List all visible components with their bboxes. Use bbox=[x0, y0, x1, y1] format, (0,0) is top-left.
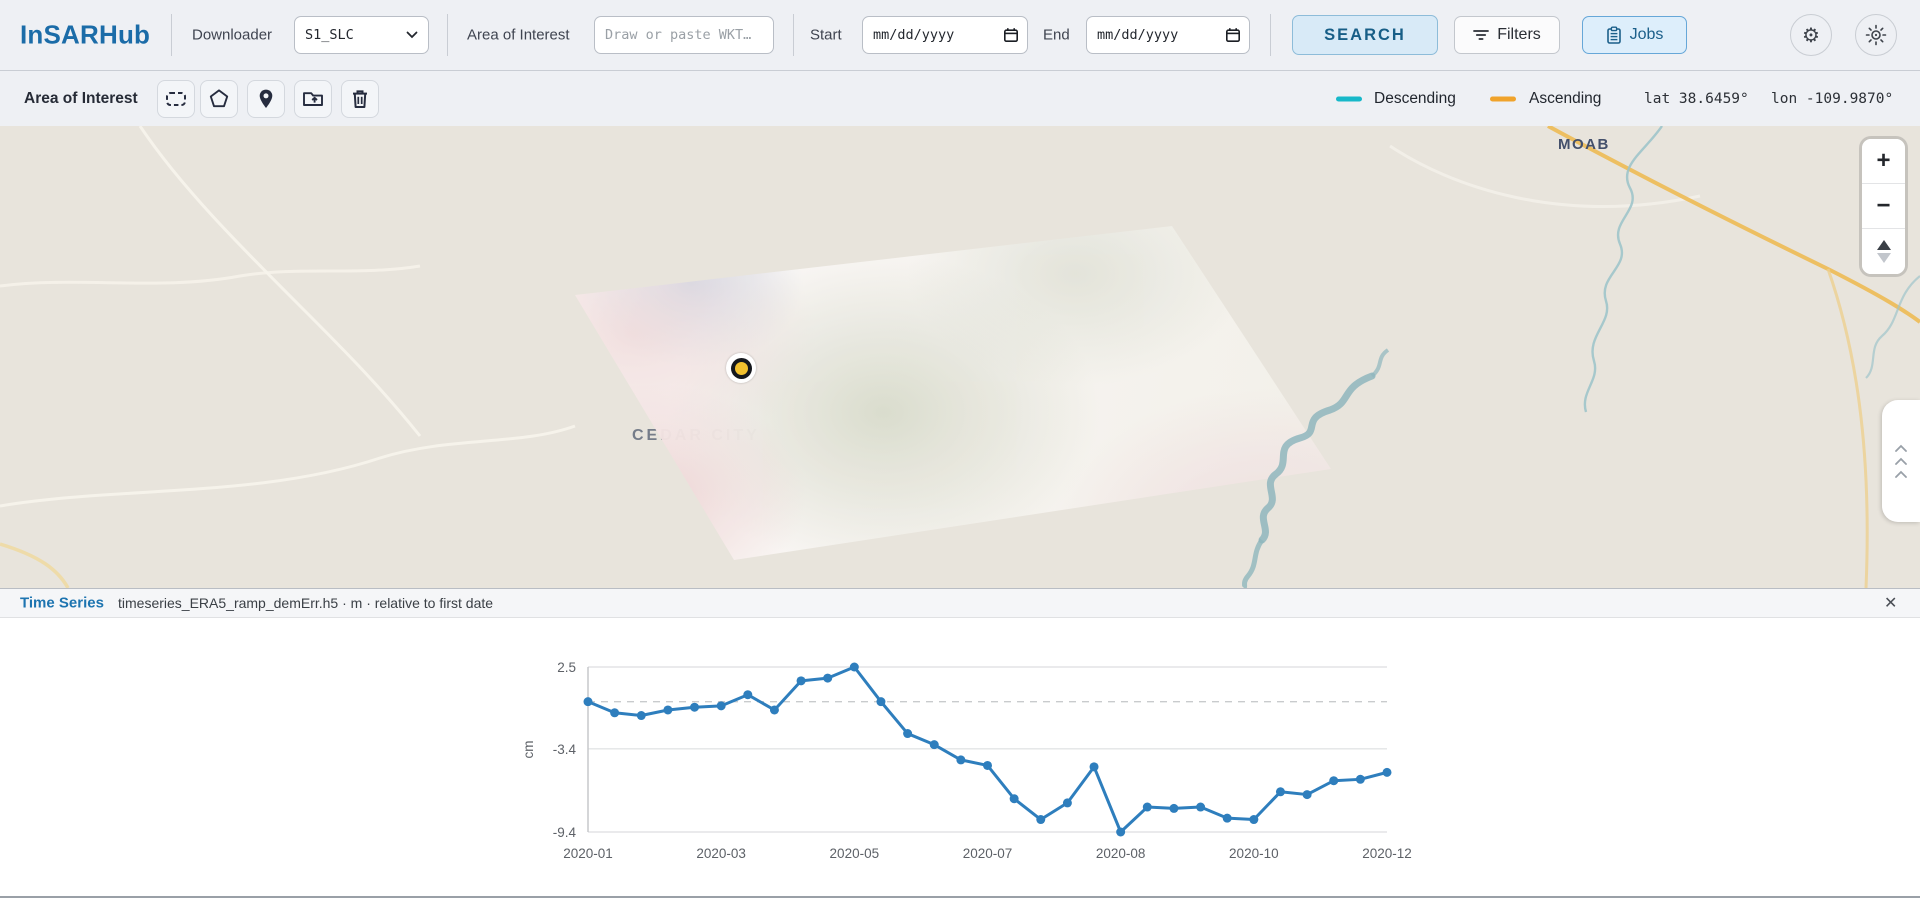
filters-button[interactable]: Filters bbox=[1454, 16, 1560, 54]
svg-text:2020-10: 2020-10 bbox=[1229, 846, 1279, 861]
tilt-control[interactable] bbox=[1862, 229, 1905, 274]
svg-text:cm: cm bbox=[521, 741, 536, 759]
aoi-wkt-input[interactable] bbox=[594, 16, 774, 54]
gear-icon: ⚙ bbox=[1802, 23, 1820, 48]
jobs-button[interactable]: Jobs bbox=[1582, 16, 1687, 54]
close-icon[interactable]: ✕ bbox=[1878, 591, 1903, 615]
map-marker-dot bbox=[735, 362, 748, 375]
clipboard-icon bbox=[1606, 26, 1622, 44]
svg-text:2020-05: 2020-05 bbox=[830, 846, 880, 861]
timeseries-panel: Time Series timeseries_ERA5_ramp_demErr.… bbox=[0, 588, 1920, 898]
ascending-legend-label: Ascending bbox=[1529, 90, 1601, 108]
divider bbox=[447, 14, 448, 56]
downloader-select[interactable]: S1_SLC bbox=[294, 16, 429, 54]
app-logo: InSARHub bbox=[20, 20, 150, 51]
zoom-out-button[interactable]: − bbox=[1862, 184, 1905, 229]
filters-button-label: Filters bbox=[1497, 26, 1541, 44]
map-canvas[interactable]: CEDAR CITY MOAB + − bbox=[0, 126, 1920, 588]
chevron-up-icon bbox=[1894, 470, 1908, 479]
aoi-toolbar-title: Area of Interest bbox=[24, 90, 138, 108]
longitude-readout: lon -109.9870° bbox=[1771, 91, 1893, 107]
side-drawer-handle[interactable] bbox=[1882, 400, 1920, 522]
timeseries-chart: 2.5 -3.4 -9.4 2020-01 2020-03 2020-05 2020-07 2… bbox=[0, 618, 1920, 898]
downloader-select-value: S1_SLC bbox=[305, 27, 354, 43]
marker-pin-icon bbox=[254, 87, 278, 111]
timeseries-subtitle: timeseries_ERA5_ramp_demErr.h5 · m · rel… bbox=[118, 595, 493, 611]
filter-icon bbox=[1473, 28, 1489, 42]
trash-icon bbox=[348, 87, 372, 111]
svg-text:2.5: 2.5 bbox=[557, 660, 576, 675]
descending-legend-swatch bbox=[1336, 96, 1362, 101]
svg-text:2020-01: 2020-01 bbox=[563, 846, 613, 861]
tilt-arrows-icon bbox=[1877, 240, 1891, 263]
aoi-toolbar: Area of Interest Descending Ascending la… bbox=[0, 71, 1920, 126]
svg-text:-3.4: -3.4 bbox=[553, 742, 577, 757]
timeseries-panel-header: Time Series timeseries_ERA5_ramp_demErr.… bbox=[0, 588, 1920, 618]
place-marker-button[interactable] bbox=[247, 80, 285, 118]
zoom-in-button[interactable]: + bbox=[1862, 139, 1905, 184]
top-nav-bar: InSARHub Downloader S1_SLC Area of Inter… bbox=[0, 0, 1920, 71]
svg-text:-9.4: -9.4 bbox=[553, 825, 577, 840]
svg-text:2020-03: 2020-03 bbox=[696, 846, 746, 861]
divider bbox=[1270, 14, 1271, 56]
descending-legend-label: Descending bbox=[1374, 90, 1456, 108]
sun-icon bbox=[1865, 24, 1887, 46]
import-aoi-button[interactable] bbox=[294, 80, 332, 118]
insarhub-app: InSARHub Downloader S1_SLC Area of Inter… bbox=[0, 0, 1920, 898]
search-button[interactable]: SEARCH bbox=[1292, 15, 1438, 55]
chevron-down-icon bbox=[406, 31, 418, 39]
draw-polygon-button[interactable] bbox=[200, 80, 238, 118]
map-lake-river bbox=[0, 126, 1920, 588]
start-date-label: Start bbox=[810, 27, 842, 44]
draw-polygon-icon bbox=[207, 87, 231, 111]
map-label-moab: MOAB bbox=[1558, 136, 1610, 153]
settings-button[interactable]: ⚙ bbox=[1790, 14, 1832, 56]
map-marker-ring bbox=[731, 358, 752, 379]
delete-aoi-button[interactable] bbox=[341, 80, 379, 118]
svg-text:2020-07: 2020-07 bbox=[963, 846, 1013, 861]
end-date-label: End bbox=[1043, 27, 1070, 44]
timeseries-title: Time Series bbox=[20, 595, 104, 612]
svg-text:2020-08: 2020-08 bbox=[1096, 846, 1146, 861]
divider bbox=[171, 14, 172, 56]
theme-toggle-button[interactable] bbox=[1855, 14, 1897, 56]
draw-rectangle-button[interactable] bbox=[157, 80, 195, 118]
aoi-label: Area of Interest bbox=[467, 27, 570, 44]
chevron-up-icon bbox=[1894, 444, 1908, 453]
map-marker[interactable] bbox=[726, 353, 756, 383]
upload-folder-icon bbox=[301, 87, 325, 111]
latitude-readout: lat 38.6459° bbox=[1644, 91, 1749, 107]
chevron-up-icon bbox=[1894, 457, 1908, 466]
jobs-button-label: Jobs bbox=[1630, 26, 1664, 44]
end-date-input[interactable] bbox=[1086, 16, 1250, 54]
downloader-label: Downloader bbox=[192, 27, 272, 44]
ascending-legend-swatch bbox=[1490, 96, 1516, 101]
divider bbox=[793, 14, 794, 56]
start-date-input[interactable] bbox=[862, 16, 1028, 54]
draw-rectangle-icon bbox=[164, 87, 188, 111]
svg-text:2020-12: 2020-12 bbox=[1362, 846, 1412, 861]
map-zoom-control: + − bbox=[1862, 139, 1905, 274]
